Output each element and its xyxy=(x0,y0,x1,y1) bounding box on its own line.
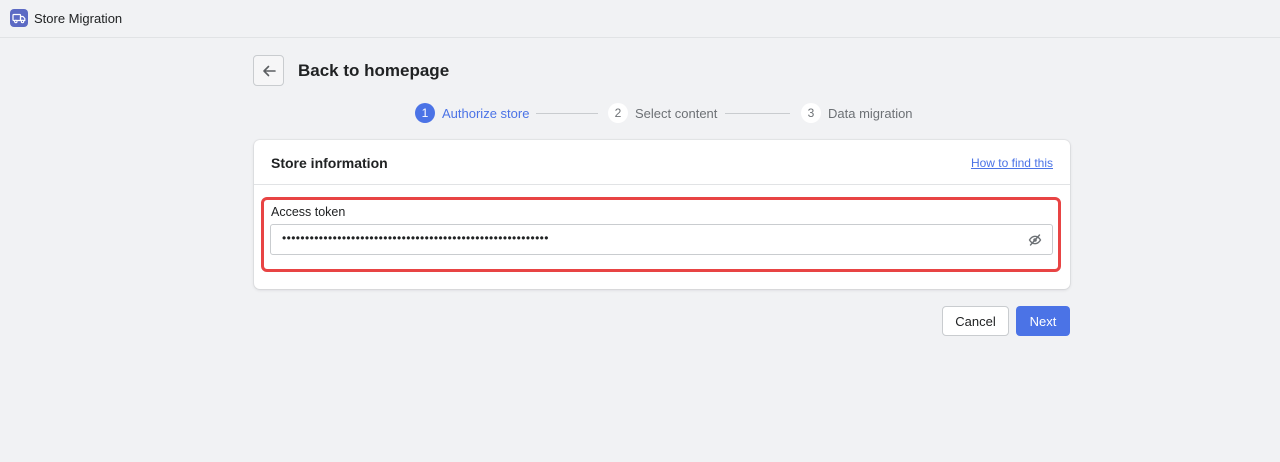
card-header: Store information How to find this xyxy=(254,140,1070,185)
next-button[interactable]: Next xyxy=(1016,306,1070,336)
step-number: 2 xyxy=(608,103,628,123)
back-button[interactable] xyxy=(253,55,284,86)
page-title: Back to homepage xyxy=(298,61,450,80)
step-data-migration: 3 Data migration xyxy=(801,103,913,123)
step-number: 3 xyxy=(801,103,821,123)
step-label: Select content xyxy=(635,105,718,121)
step-authorize-store: 1 Authorize store xyxy=(415,103,529,123)
card-title: Store information xyxy=(271,155,388,171)
access-token-value: ••••••••••••••••••••••••••••••••••••••••… xyxy=(282,231,549,245)
access-token-label: Access token xyxy=(271,205,346,219)
top-bar: Store Migration xyxy=(0,0,1280,38)
truck-icon xyxy=(10,9,28,27)
eye-slash-icon[interactable] xyxy=(1028,233,1042,247)
app-title: Store Migration xyxy=(34,11,123,26)
step-label: Authorize store xyxy=(442,105,530,121)
arrow-left-icon xyxy=(262,65,276,76)
step-number: 1 xyxy=(415,103,435,123)
step-connector xyxy=(536,113,598,114)
step-label: Data migration xyxy=(828,105,913,121)
step-connector xyxy=(725,113,790,114)
how-to-find-link[interactable]: How to find this xyxy=(971,156,1053,170)
store-information-card: Store information How to find this Acces… xyxy=(254,140,1070,289)
step-select-content: 2 Select content xyxy=(608,103,717,123)
access-token-input[interactable]: ••••••••••••••••••••••••••••••••••••••••… xyxy=(270,224,1053,255)
cancel-button[interactable]: Cancel xyxy=(942,306,1009,336)
